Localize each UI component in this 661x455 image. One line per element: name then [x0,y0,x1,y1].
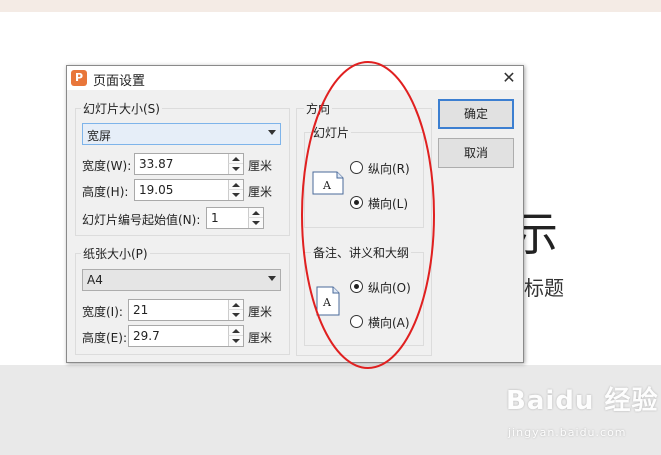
notes-landscape-label[interactable]: 横向(A) [368,314,410,331]
paper-size-value: A4 [87,273,103,287]
paper-size-select[interactable]: A4 [82,269,281,291]
paper-height-value: 29.7 [133,329,160,343]
orientation-label: 方向 [304,100,333,117]
slide-subtitle-text: 标题 [524,276,564,300]
slides-portrait-label[interactable]: 纵向(R) [368,160,410,177]
spin-down-icon[interactable] [228,189,243,200]
paper-width-label: 宽度(I): [82,305,123,319]
spin-down-icon[interactable] [228,335,243,346]
watermark: Baidu 经验 jingyan.baidu.com [506,380,659,439]
paper-width-input[interactable]: 21 [128,299,244,321]
notes-portrait-radio[interactable] [350,280,363,293]
spin-down-icon[interactable] [228,163,243,174]
slide-size-select[interactable]: 宽屏 [82,123,281,145]
chevron-down-icon [268,130,276,135]
app-top-strip [0,0,661,12]
numbering-value: 1 [211,211,219,225]
slide-width-label: 宽度(W): [82,159,132,173]
spin-down-icon[interactable] [248,217,263,228]
slide-height-input[interactable]: 19.05 [134,179,244,201]
cancel-button[interactable]: 取消 [438,138,514,168]
portrait-page-icon: A [316,286,340,316]
slides-landscape-radio[interactable] [350,196,363,209]
dialog-title: 页面设置 [93,74,146,89]
slide-height-unit: 厘米 [248,185,273,199]
slides-portrait-radio[interactable] [350,161,363,174]
spin-down-icon[interactable] [228,309,243,320]
notes-orientation-label: 备注、讲义和大纲 [311,244,412,261]
page-icon-letter: A [322,179,332,192]
page-setup-dialog: P 页面设置 ✕ 幻灯片大小(S) 宽屏 宽度(W): 33.87 厘米 高度(… [66,65,524,363]
paper-height-input[interactable]: 29.7 [128,325,244,347]
slide-height-value: 19.05 [139,183,174,197]
close-button[interactable]: ✕ [499,68,519,88]
watermark-logo: Baidu 经验 [506,386,659,416]
numbering-label: 幻灯片编号起始值(N): [82,213,201,227]
paper-height-label: 高度(E): [82,331,127,345]
watermark-url: jingyan.baidu.com [508,426,627,439]
slide-width-input[interactable]: 33.87 [134,153,244,175]
chevron-down-icon [268,276,276,281]
app-logo-icon: P [71,70,87,86]
paper-size-label: 纸张大小(P) [81,245,150,262]
slide-size-value: 宽屏 [87,129,112,143]
notes-portrait-label[interactable]: 纵向(O) [368,279,411,296]
slide-size-label: 幻灯片大小(S) [81,100,162,117]
notes-landscape-radio[interactable] [350,315,363,328]
ok-button[interactable]: 确定 [438,99,514,129]
page-icon-letter: A [322,296,332,309]
slide-width-value: 33.87 [139,157,174,171]
slides-orientation-label: 幻灯片 [311,124,352,141]
paper-width-value: 21 [133,303,149,317]
slides-landscape-label[interactable]: 横向(L) [368,195,408,212]
numbering-input[interactable]: 1 [206,207,264,229]
slide-width-unit: 厘米 [248,159,273,173]
slide-height-label: 高度(H): [82,185,129,199]
paper-height-unit: 厘米 [248,331,273,345]
dialog-titlebar: P 页面设置 ✕ [67,66,523,90]
landscape-page-icon: A [312,171,344,195]
paper-width-unit: 厘米 [248,305,273,319]
